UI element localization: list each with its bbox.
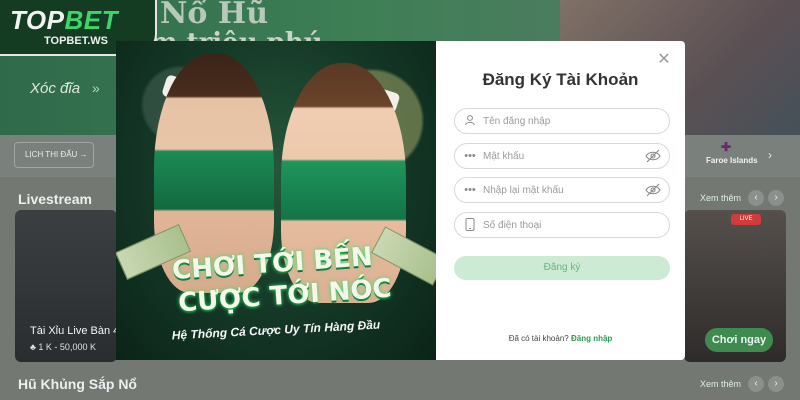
password-dots-icon: •••: [464, 150, 476, 162]
username-input[interactable]: [483, 112, 643, 130]
chevron-right-icon[interactable]: ›: [768, 148, 772, 162]
eye-off-icon[interactable]: [645, 149, 661, 163]
close-icon[interactable]: ✕: [656, 52, 672, 68]
live-game-card[interactable]: [15, 210, 117, 362]
promo-link[interactable]: Xóc đĩa: [30, 80, 80, 97]
phone-field[interactable]: [454, 212, 670, 238]
password-dots-icon: •••: [464, 184, 476, 196]
user-icon: [463, 114, 477, 128]
livestream-title: Livestream: [18, 191, 92, 207]
live-game-title: Tài Xỉu Live Bàn 4: [30, 325, 120, 337]
hero-title: Nổ Hũ: [160, 0, 269, 31]
next-icon[interactable]: ›: [768, 376, 784, 392]
promo-banner: CHƠI TỚI BẾN CƯỢC TỚI NÓC Hệ Thống Cá Cư…: [116, 41, 436, 360]
team-name: Faroe Islands: [706, 156, 758, 165]
login-prompt: Đã có tài khoản? Đăng nhập: [436, 334, 685, 343]
play-now-button[interactable]: Chơi ngay: [705, 328, 773, 352]
password-input[interactable]: [483, 147, 643, 165]
page: Nổ Hũ m triệu phú Xóc đĩa » TOPBET TOPBE…: [0, 0, 800, 400]
next-icon[interactable]: ›: [768, 190, 784, 206]
logo-text: TOP: [10, 5, 65, 35]
eye-off-icon[interactable]: [645, 183, 661, 197]
live-badge: LIVE: [731, 214, 761, 225]
prev-icon[interactable]: ‹: [748, 190, 764, 206]
logo-accent: BET: [64, 5, 118, 35]
confirm-password-input[interactable]: [483, 181, 643, 199]
jackpot-more-link[interactable]: Xem thêm: [700, 379, 741, 389]
username-field[interactable]: [454, 108, 670, 134]
phone-input[interactable]: [483, 216, 643, 234]
schedule-button[interactable]: LỊCH THI ĐẤU →: [14, 142, 94, 168]
double-chevron-icon: »: [92, 80, 100, 96]
logo-url: TOPBET.WS: [44, 35, 108, 47]
confirm-password-field[interactable]: •••: [454, 177, 670, 203]
register-title: Đăng Ký Tài Khoản: [482, 70, 639, 89]
register-button[interactable]: Đăng ký: [454, 256, 670, 280]
prev-icon[interactable]: ‹: [748, 376, 764, 392]
jackpot-title: Hũ Khủng Sắp Nổ: [18, 376, 137, 392]
live-game-range: ♣ 1 K - 50,000 K: [30, 342, 96, 352]
login-link[interactable]: Đăng nhập: [571, 334, 612, 343]
flag-icon: ✚: [721, 140, 732, 154]
livestream-more-link[interactable]: Xem thêm: [700, 193, 741, 203]
phone-icon: [463, 218, 477, 232]
has-account-text: Đã có tài khoản?: [508, 334, 569, 343]
password-field[interactable]: •••: [454, 143, 670, 169]
